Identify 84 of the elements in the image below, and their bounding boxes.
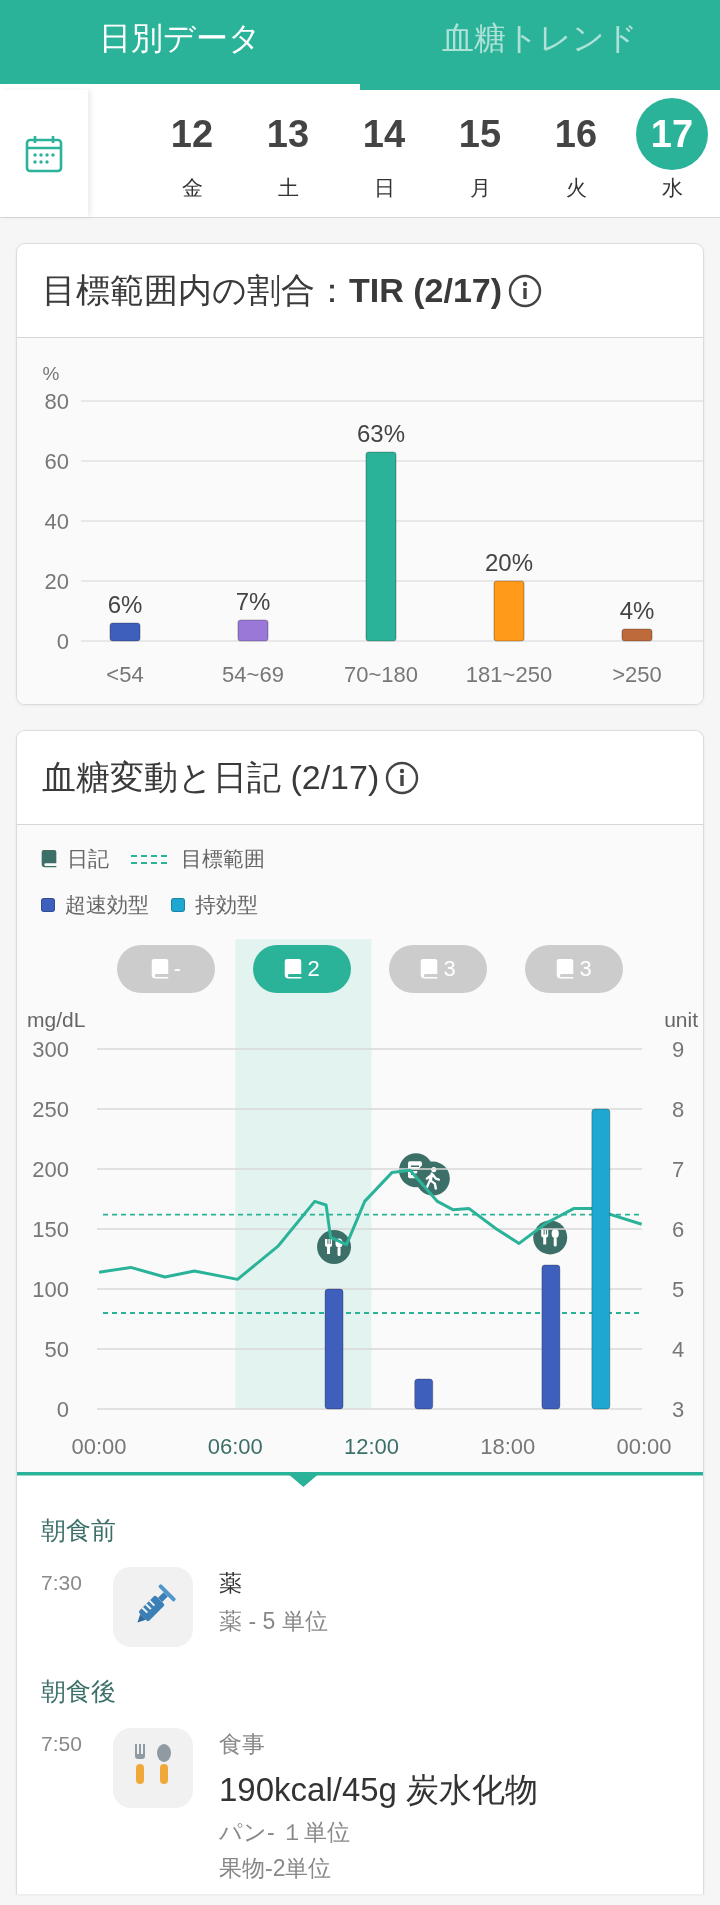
period-pill[interactable]: -	[117, 945, 215, 993]
diary-icon	[150, 958, 169, 980]
tab[interactable]: 血糖トレンド	[360, 0, 720, 90]
axis-tick-label: 5	[671, 1277, 685, 1302]
value-label: 63%	[357, 420, 405, 447]
diary-icon	[556, 958, 575, 980]
axis-tick-label: 8	[671, 1097, 685, 1122]
weekday-label: 水	[661, 175, 683, 201]
axis-unit-label: unit	[664, 1008, 698, 1031]
period-pill[interactable]: 2	[253, 945, 351, 993]
bar	[493, 580, 525, 642]
axis-tick-label: 250	[32, 1097, 69, 1122]
date-button[interactable]: 16	[540, 98, 612, 170]
category-label: 70~180	[344, 662, 418, 687]
weekday-label: 月	[469, 175, 491, 201]
weekday-label: 土	[277, 175, 299, 201]
time-tick-label: 06:00	[207, 1434, 263, 1459]
axis-tick-label: 200	[32, 1157, 69, 1182]
entry-time: 7:50	[41, 1731, 83, 1757]
axis-tick-label: 9	[671, 1037, 685, 1062]
bar	[109, 622, 141, 642]
date-button[interactable]: 13	[252, 98, 324, 170]
walking-marker-icon	[415, 1161, 450, 1196]
meal-marker-icon	[317, 1230, 352, 1264]
entry-detail: 薬 - 5 単位	[219, 1607, 328, 1636]
axis-tick-label: 150	[32, 1217, 69, 1242]
section-heading: 朝食後	[41, 1676, 117, 1707]
axis-tick-label: 4	[671, 1337, 685, 1362]
diary-icon	[420, 958, 439, 980]
time-tick-label: 12:00	[343, 1434, 400, 1459]
axis-tick-label: 100	[32, 1277, 69, 1302]
weekday-label: 金	[181, 175, 203, 201]
axis-tick-label: 60	[44, 449, 69, 474]
time-tick-label: 18:00	[480, 1434, 536, 1459]
category-label: >250	[612, 662, 662, 687]
value-label: 4%	[619, 597, 655, 624]
axis-unit-label: mg/dL	[27, 1008, 86, 1031]
axis-tick-label: 0	[56, 1397, 69, 1422]
axis-tick-label: 50	[44, 1337, 69, 1362]
section-heading: 朝食前	[41, 1515, 117, 1546]
legend-label: 日記	[67, 846, 109, 872]
weekday-label: 日	[373, 175, 395, 201]
value-label: 7%	[235, 588, 271, 615]
info-icon	[385, 760, 420, 795]
value-label: 6%	[107, 591, 143, 618]
axis-tick-label: 0	[56, 629, 69, 654]
date-button[interactable]: 14	[348, 98, 420, 170]
time-tick-label: 00:00	[616, 1434, 672, 1459]
card-title: 血糖変動と日記 (2/17)	[42, 756, 380, 798]
axis-tick-label: 3	[671, 1397, 685, 1422]
axis-tick-label: 80	[44, 389, 69, 414]
diary-icon	[41, 849, 57, 869]
entry-category: 食事	[219, 1730, 266, 1759]
axis-tick-label: 7	[671, 1157, 685, 1182]
insulin-bar	[414, 1378, 434, 1410]
axis-tick-label: 20	[44, 569, 69, 594]
axis-tick-label: 6	[671, 1217, 685, 1242]
category-label: 181~250	[465, 662, 553, 687]
value-label: 20%	[485, 549, 533, 576]
entry-detail: パン- １単位	[219, 1818, 352, 1847]
legend-label: 超速効型	[65, 892, 149, 918]
bar	[237, 619, 269, 642]
entry-time: 7:30	[41, 1570, 83, 1596]
time-tick-label: 00:00	[71, 1434, 127, 1459]
card-title: 目標範囲内の割合：TIR (2/17)	[42, 269, 503, 311]
diary-icon	[284, 958, 303, 980]
legend-label: 目標範囲	[181, 846, 265, 872]
date-button[interactable]: 17	[636, 98, 708, 170]
calendar-icon[interactable]	[24, 133, 64, 174]
bar	[621, 628, 653, 642]
date-button[interactable]: 15	[444, 98, 516, 170]
entry-headline: 190kcal/45g 炭水化物	[219, 1770, 539, 1810]
legend-label: 持効型	[195, 892, 258, 918]
axis-unit-label: %	[42, 363, 60, 384]
category-label: <54	[106, 662, 144, 687]
category-label: 54~69	[222, 662, 284, 687]
axis-tick-label: 300	[32, 1037, 69, 1062]
axis-tick-label: 40	[44, 509, 69, 534]
weekday-label: 火	[565, 175, 587, 201]
meal-marker-icon	[533, 1220, 568, 1255]
date-button[interactable]: 12	[156, 98, 228, 170]
entry-detail: 果物-2単位	[219, 1854, 333, 1883]
info-icon	[508, 273, 543, 308]
entry-title: 薬	[219, 1569, 243, 1598]
